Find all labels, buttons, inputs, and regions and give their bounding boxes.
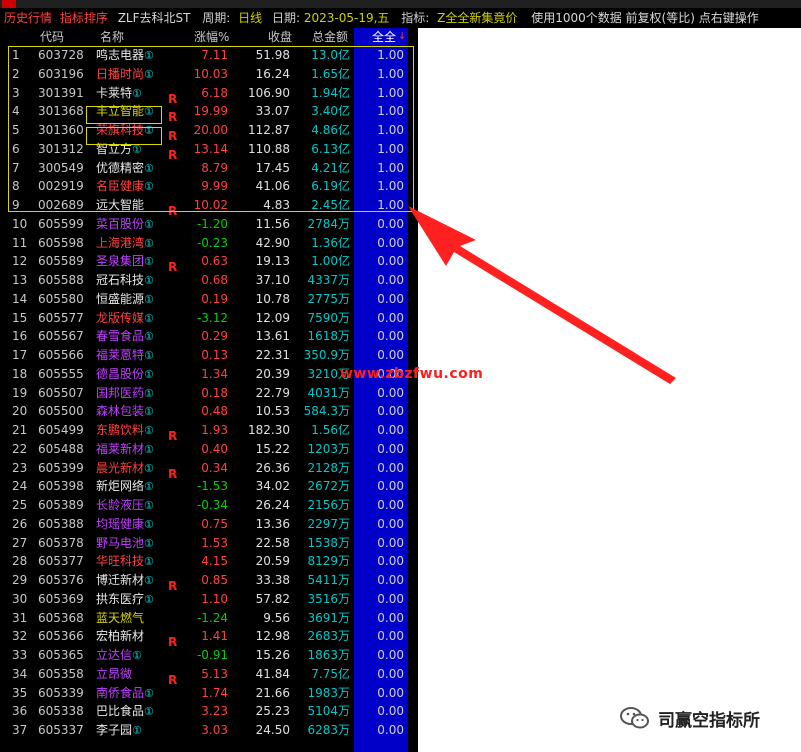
wechat-icon	[620, 706, 650, 730]
stock-screener-window: 历史行情 指标排序 ZLF去科北ST 周期: 日线 日期: 2023-05-19…	[0, 0, 801, 752]
brand-badge: 司赢空指标所	[620, 703, 760, 733]
watermark-text: www.zbzfwu.com	[340, 366, 484, 382]
brand-name: 司赢空指标所	[658, 710, 760, 731]
